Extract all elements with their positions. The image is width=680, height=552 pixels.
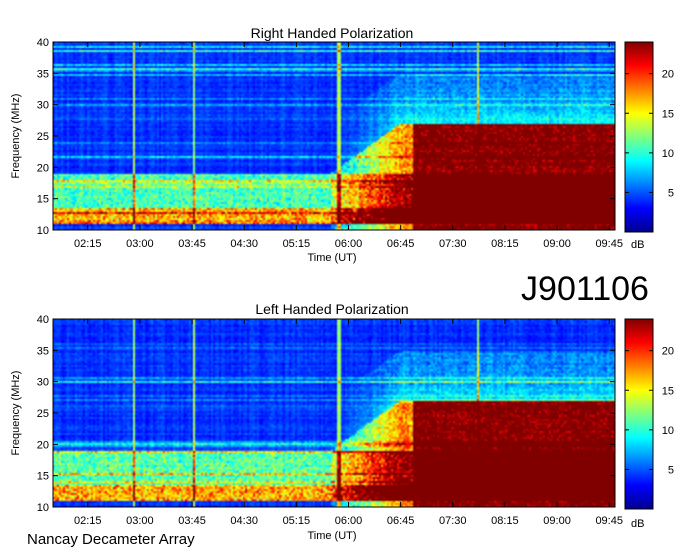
y-axis-label: Frequency (MHz) xyxy=(10,371,22,456)
x-tick-label: 06:00 xyxy=(335,238,363,250)
colorbar xyxy=(624,41,654,233)
x-tick-label: 05:15 xyxy=(283,515,311,527)
colorbar-label: dB xyxy=(631,518,644,530)
y-tick-label: 15 xyxy=(37,194,49,206)
x-tick-label: 03:45 xyxy=(178,238,206,250)
colorbar-tick-label: 15 xyxy=(662,385,674,397)
right-polarization-panel: Right Handed Polarization 10 15 20 25 30 35 40… xyxy=(10,25,674,264)
instrument-name: Nancay Decameter Array xyxy=(27,531,195,548)
colorbar-label: dB xyxy=(631,239,644,251)
y-tick-label: 25 xyxy=(37,131,49,143)
x-tick-label: 09:00 xyxy=(543,515,571,527)
colorbar-tick-label: 10 xyxy=(662,148,674,160)
observation-id: J901106 xyxy=(521,270,649,308)
spectrogram-image xyxy=(53,42,615,230)
x-axis-label: Time (UT) xyxy=(307,252,356,264)
x-tick-label: 09:45 xyxy=(595,238,623,250)
x-tick-label: 06:45 xyxy=(387,515,415,527)
x-tick-label: 02:15 xyxy=(74,515,102,527)
colorbar-tick-label: 20 xyxy=(662,69,674,81)
y-tick-label: 10 xyxy=(37,502,49,514)
x-tick-label: 08:15 xyxy=(491,238,519,250)
x-tick-label: 05:15 xyxy=(283,238,311,250)
x-tick-label: 08:15 xyxy=(491,515,519,527)
x-tick-label: 04:30 xyxy=(230,515,258,527)
panel-title: Left Handed Polarization xyxy=(255,301,408,317)
y-tick-label: 20 xyxy=(37,439,49,451)
y-tick-label: 40 xyxy=(37,37,49,49)
x-tick-label: 04:30 xyxy=(230,238,258,250)
x-tick-label: 07:30 xyxy=(439,515,467,527)
x-axis-label: Time (UT) xyxy=(307,530,356,542)
colorbar-tick-label: 5 xyxy=(668,187,674,199)
x-tick-label: 06:45 xyxy=(387,238,415,250)
x-tick-label: 09:00 xyxy=(543,238,571,250)
x-tick-label: 03:00 xyxy=(126,238,154,250)
colorbar-tick-label: 20 xyxy=(662,346,674,358)
x-tick-label: 02:15 xyxy=(74,238,102,250)
y-tick-label: 10 xyxy=(37,225,49,237)
colorbar xyxy=(624,318,654,510)
spectrogram-image xyxy=(53,319,615,507)
y-tick-label: 15 xyxy=(37,471,49,483)
y-axis-label: Frequency (MHz) xyxy=(10,94,22,179)
y-tick-label: 40 xyxy=(37,314,49,326)
y-tick-label: 25 xyxy=(37,408,49,420)
y-tick-label: 30 xyxy=(37,377,49,389)
panel-title: Right Handed Polarization xyxy=(251,25,414,41)
y-tick-label: 20 xyxy=(37,162,49,174)
spectrogram-figure: Right Handed Polarization 10 15 20 25 30 35 40… xyxy=(10,25,674,548)
x-tick-label: 03:00 xyxy=(126,515,154,527)
y-tick-label: 30 xyxy=(37,100,49,112)
x-tick-label: 03:45 xyxy=(178,515,206,527)
x-tick-label: 09:45 xyxy=(595,515,623,527)
x-tick-label: 06:00 xyxy=(335,515,363,527)
left-polarization-panel: Left Handed Polarization 10152025303540 … xyxy=(10,301,674,542)
y-tick-label: 35 xyxy=(37,345,49,357)
colorbar-tick-label: 15 xyxy=(662,108,674,120)
colorbar-tick-label: 10 xyxy=(662,425,674,437)
x-tick-label: 07:30 xyxy=(439,238,467,250)
colorbar-tick-label: 5 xyxy=(668,464,674,476)
y-tick-label: 35 xyxy=(37,68,49,80)
